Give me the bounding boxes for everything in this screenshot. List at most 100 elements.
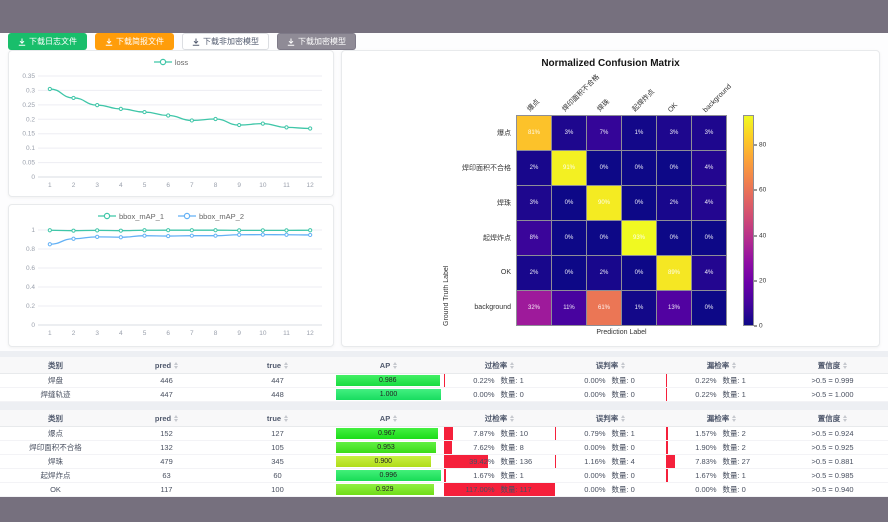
column-header-label: true (267, 361, 281, 370)
colorbar-tick: 60 (754, 187, 766, 194)
ap-bar: 0.996 (336, 470, 441, 481)
column-header-confidence[interactable]: 置信度 (777, 357, 888, 373)
confusion-cell: 90% (587, 186, 621, 220)
download-button-1[interactable]: 下载日志文件 (8, 33, 87, 50)
rate-count: 数量: 0 (612, 470, 652, 481)
sort-icon (510, 415, 514, 422)
sort-desc-icon (621, 366, 625, 369)
column-header-miss-rate[interactable]: 漏检率 (666, 410, 777, 426)
sort-icon (732, 415, 736, 422)
x-tick-label: 12 (307, 182, 315, 189)
cell-class: 焊珠 (0, 455, 111, 468)
column-header-true[interactable]: true (222, 357, 333, 373)
cell-class: OK (0, 483, 111, 496)
cell-miss-rate: 0.22%数量: 1 (666, 388, 777, 401)
cell-over-rate: 1.67%数量: 1 (444, 469, 555, 482)
legend-item-loss[interactable]: loss (154, 58, 188, 67)
download-button-label: 下载日志文件 (29, 36, 77, 47)
cell-miss-rate: 1.67%数量: 1 (666, 469, 777, 482)
download-button-label: 下载非加密模型 (203, 36, 259, 47)
data-point (190, 119, 193, 122)
data-point (285, 229, 288, 232)
column-header-true[interactable]: true (222, 410, 333, 426)
y-tick-label: 0.25 (22, 102, 35, 109)
rate-count: 数量: 0 (612, 389, 652, 400)
column-header-misjudge-rate[interactable]: 误判率 (555, 357, 666, 373)
data-point (72, 237, 75, 240)
download-icon (18, 38, 26, 46)
data-point (167, 235, 170, 238)
cell-ap: 0.967 (333, 427, 444, 440)
sort-asc-icon (621, 362, 625, 365)
cell-confidence: >0.5 = 1.000 (777, 388, 888, 401)
confusion-cell: 0% (622, 186, 656, 220)
confusion-cell: 3% (552, 116, 586, 150)
cell-class: 焊印面积不合格 (0, 441, 111, 454)
ap-bar-track: 1.000 (336, 389, 441, 400)
rate-percent: 1.57% (681, 429, 717, 438)
rate-count: 数量: 2 (723, 442, 763, 453)
download-button-2[interactable]: 下载简报文件 (95, 33, 174, 50)
download-button-4[interactable]: 下载加密模型 (277, 33, 356, 50)
sort-desc-icon (510, 366, 514, 369)
rate-count: 数量: 117 (501, 484, 541, 495)
column-header-miss-rate[interactable]: 漏检率 (666, 357, 777, 373)
confusion-cell: 11% (552, 291, 586, 325)
column-header-over-rate[interactable]: 过检率 (444, 357, 555, 373)
confusion-cell: 0% (622, 256, 656, 290)
confusion-cell: 81% (517, 116, 551, 150)
column-header-pred[interactable]: pred (111, 357, 222, 373)
column-header-ap[interactable]: AP (333, 357, 444, 373)
data-point (261, 233, 264, 236)
column-header-over-rate[interactable]: 过检率 (444, 410, 555, 426)
sort-asc-icon (284, 362, 288, 365)
colorbar-tick-label: 60 (759, 187, 766, 194)
data-point (48, 243, 51, 246)
cell-ap: 0.953 (333, 441, 444, 454)
app-frame: 下载日志文件下载简报文件下载非加密模型下载加密模型 loss 00.050.10… (0, 0, 888, 522)
sort-icon (174, 415, 178, 422)
cell-over-rate: 0.22%数量: 1 (444, 374, 555, 387)
download-button-3[interactable]: 下载非加密模型 (182, 33, 269, 50)
legend-marker-icon (154, 58, 172, 66)
cell-pred: 132 (111, 441, 222, 454)
colorbar-ticks: 020406080 (754, 115, 780, 326)
x-tick-label: 9 (237, 182, 241, 189)
rate-percent: 1.67% (681, 471, 717, 480)
column-header-ap[interactable]: AP (333, 410, 444, 426)
x-tick-label: 6 (166, 182, 170, 189)
rate-percent: 0.00% (570, 376, 606, 385)
legend-item-bbox_mAP_1[interactable]: bbox_mAP_1 (98, 212, 164, 221)
cell-confidence: >0.5 = 0.881 (777, 455, 888, 468)
data-point (214, 234, 217, 237)
colorbar-gradient (743, 115, 754, 326)
cell-over-rate: 117.00%数量: 117 (444, 483, 555, 496)
x-tick-label: 2 (72, 182, 76, 189)
column-header-misjudge-rate[interactable]: 误判率 (555, 410, 666, 426)
ap-bar-track: 0.900 (336, 456, 441, 467)
data-point (143, 229, 146, 232)
cell-miss-rate: 7.83%数量: 27 (666, 455, 777, 468)
rate-percent: 0.22% (681, 376, 717, 385)
confusion-matrix-card: Normalized Confusion Matrix Ground Truth… (341, 50, 880, 347)
cell-pred: 447 (111, 388, 222, 401)
download-button-label: 下载简报文件 (116, 36, 164, 47)
column-header-confidence[interactable]: 置信度 (777, 410, 888, 426)
sort-asc-icon (510, 415, 514, 418)
confusion-row-label: background (452, 290, 516, 325)
sort-asc-icon (732, 362, 736, 365)
x-tick-label: 1 (48, 182, 52, 189)
x-tick-label: 12 (307, 330, 315, 337)
data-point (119, 229, 122, 232)
cell-ap: 0.900 (333, 455, 444, 468)
x-tick-label: 6 (166, 330, 170, 337)
cell-confidence: >0.5 = 0.999 (777, 374, 888, 387)
cell-misjudge-rate: 0.00%数量: 0 (555, 469, 666, 482)
sort-desc-icon (284, 419, 288, 422)
data-point (143, 111, 146, 114)
legend-item-bbox_mAP_2[interactable]: bbox_mAP_2 (178, 212, 244, 221)
sort-asc-icon (843, 362, 847, 365)
cell-over-rate: 39.42%数量: 136 (444, 455, 555, 468)
column-header-pred[interactable]: pred (111, 410, 222, 426)
rate-count: 数量: 0 (501, 389, 541, 400)
